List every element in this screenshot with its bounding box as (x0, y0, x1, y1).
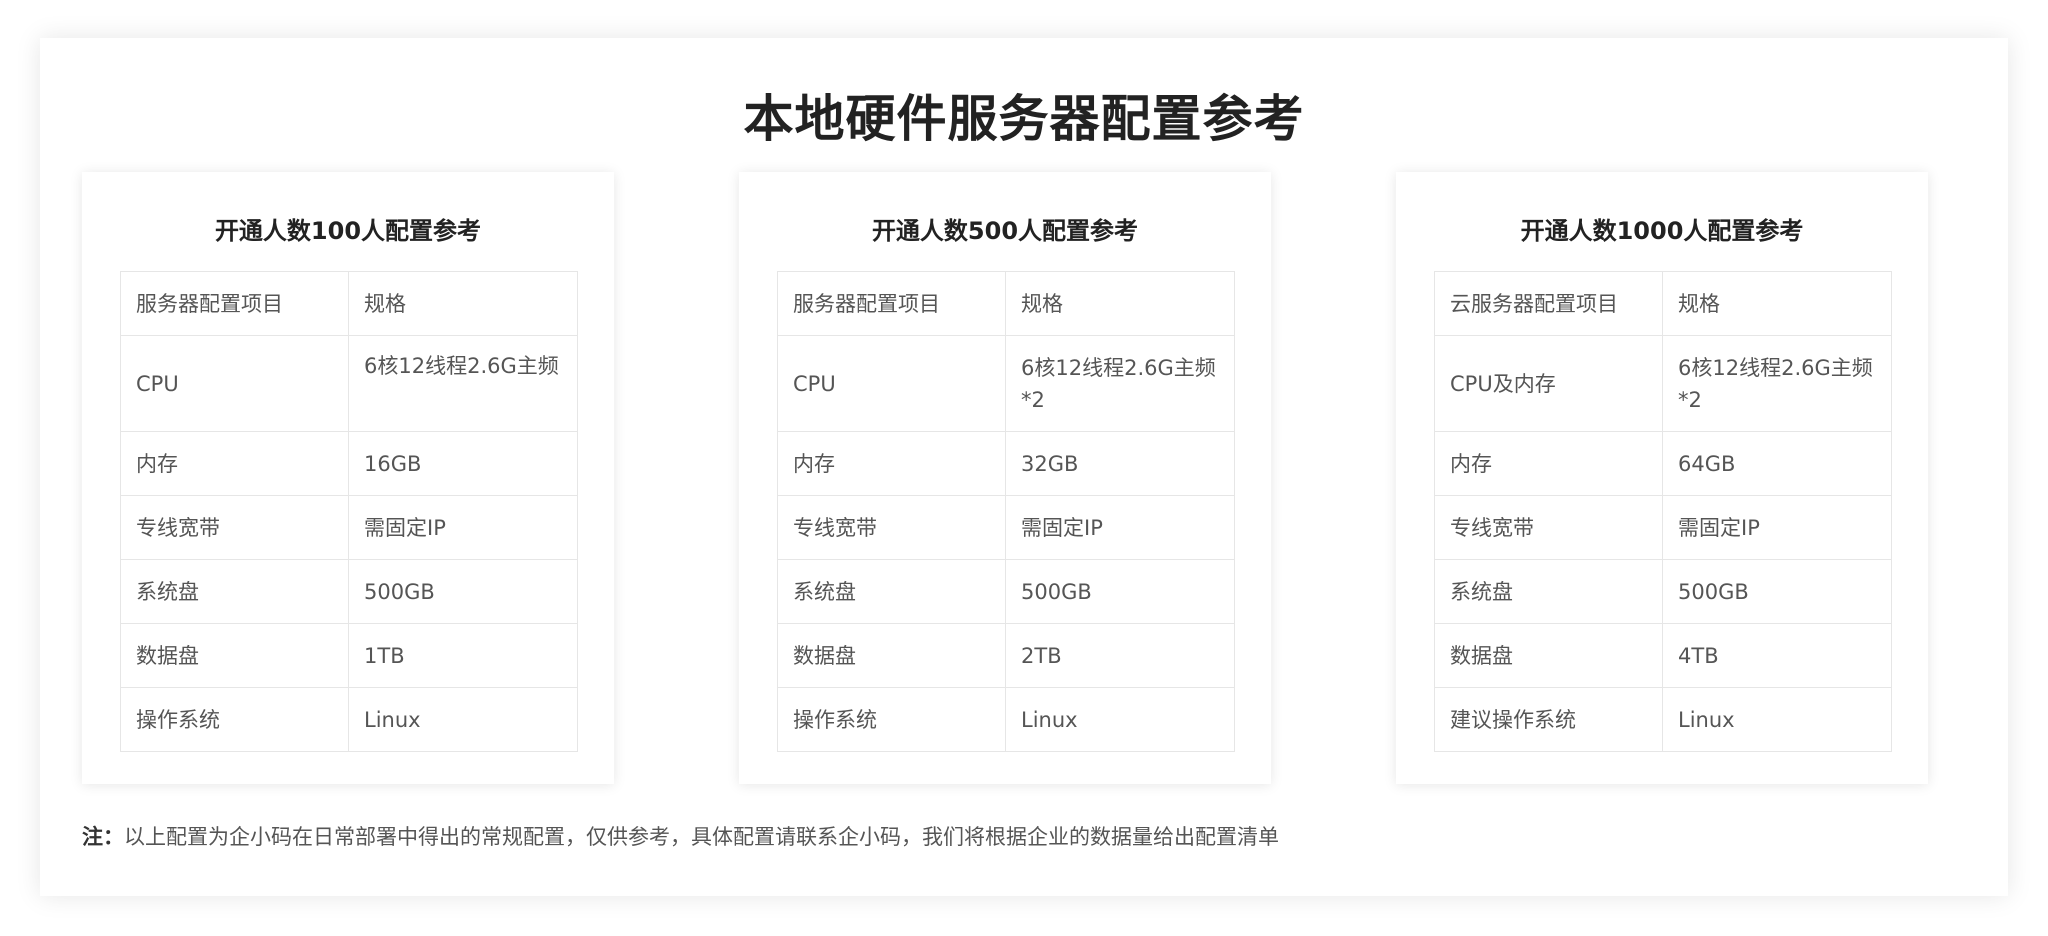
table-cell-value: Linux (1005, 687, 1235, 752)
table-cell-item: 数据盘 (1434, 623, 1663, 688)
table-row: 操作系统 Linux (120, 687, 578, 752)
table-row: 数据盘 4TB (1434, 623, 1892, 688)
table-cell-item: CPU (120, 335, 349, 432)
table-row: 专线宽带 需固定IP (120, 495, 578, 560)
card-title: 开通人数100人配置参考 (214, 217, 482, 245)
table-header-cell: 规格 (1005, 271, 1235, 336)
table-cell-value: 6核12线程2.6G主频*2 (1005, 335, 1235, 432)
table-row: CPU 6核12线程2.6G主频*2 (777, 335, 1235, 432)
spec-table: 服务器配置项目 规格 CPU 6核12线程2.6G主频*2 内存 32GB 专线… (777, 271, 1235, 752)
table-header-cell: 服务器配置项目 (120, 271, 349, 336)
table-header-cell: 云服务器配置项目 (1434, 271, 1663, 336)
table-cell-value: 500GB (1662, 559, 1892, 624)
table-cell-item: 专线宽带 (1434, 495, 1663, 560)
table-cell-value: 4TB (1662, 623, 1892, 688)
table-row: CPU及内存 6核12线程2.6G主频*2 (1434, 335, 1892, 432)
table-row: 系统盘 500GB (777, 559, 1235, 624)
card-title: 开通人数500人配置参考 (871, 217, 1139, 245)
table-cell-value: 6核12线程2.6G主频 (348, 335, 578, 432)
table-row: 内存 64GB (1434, 431, 1892, 496)
content-panel: 本地硬件服务器配置参考 开通人数100人配置参考 服务器配置项目 规格 CPU … (40, 38, 2008, 896)
config-card-1000: 开通人数1000人配置参考 云服务器配置项目 规格 CPU及内存 6核12线程2… (1396, 172, 1928, 784)
table-cell-item: 操作系统 (120, 687, 349, 752)
table-cell-item: 数据盘 (120, 623, 349, 688)
table-row: 操作系统 Linux (777, 687, 1235, 752)
table-cell-item: 操作系统 (777, 687, 1006, 752)
page-title: 本地硬件服务器配置参考 (743, 90, 1305, 148)
table-header-row: 服务器配置项目 规格 (120, 271, 578, 336)
footnote: 注：以上配置为企小码在日常部署中得出的常规配置，仅供参考，具体配置请联系企小码，… (82, 822, 1279, 852)
config-card-100: 开通人数100人配置参考 服务器配置项目 规格 CPU 6核12线程2.6G主频… (82, 172, 614, 784)
table-cell-value: 2TB (1005, 623, 1235, 688)
table-cell-value: 32GB (1005, 431, 1235, 496)
table-cell-item: 内存 (120, 431, 349, 496)
table-row: 数据盘 2TB (777, 623, 1235, 688)
table-cell-value: 500GB (348, 559, 578, 624)
table-row: 专线宽带 需固定IP (1434, 495, 1892, 560)
card-title: 开通人数1000人配置参考 (1520, 217, 1804, 245)
table-cell-item: CPU (777, 335, 1006, 432)
table-cell-value: Linux (348, 687, 578, 752)
table-cell-item: 数据盘 (777, 623, 1006, 688)
table-cell-value: 需固定IP (348, 495, 578, 560)
table-cell-value: 1TB (348, 623, 578, 688)
config-card-500: 开通人数500人配置参考 服务器配置项目 规格 CPU 6核12线程2.6G主频… (739, 172, 1271, 784)
table-cell-item: 内存 (777, 431, 1006, 496)
table-cell-value: 500GB (1005, 559, 1235, 624)
table-cell-item: 内存 (1434, 431, 1663, 496)
table-row: CPU 6核12线程2.6G主频 (120, 335, 578, 432)
table-row: 内存 32GB (777, 431, 1235, 496)
table-header-row: 服务器配置项目 规格 (777, 271, 1235, 336)
table-row: 内存 16GB (120, 431, 578, 496)
table-row: 专线宽带 需固定IP (777, 495, 1235, 560)
table-cell-item: 系统盘 (777, 559, 1006, 624)
table-cell-value: Linux (1662, 687, 1892, 752)
spec-table: 云服务器配置项目 规格 CPU及内存 6核12线程2.6G主频*2 内存 64G… (1434, 271, 1892, 752)
table-row: 系统盘 500GB (1434, 559, 1892, 624)
footnote-label: 注： (82, 825, 124, 849)
table-header-cell: 规格 (348, 271, 578, 336)
table-cell-value: 64GB (1662, 431, 1892, 496)
table-cell-item: 建议操作系统 (1434, 687, 1663, 752)
table-header-cell: 规格 (1662, 271, 1892, 336)
table-header-row: 云服务器配置项目 规格 (1434, 271, 1892, 336)
table-cell-value: 需固定IP (1005, 495, 1235, 560)
table-row: 数据盘 1TB (120, 623, 578, 688)
table-cell-item: 系统盘 (120, 559, 349, 624)
table-cell-value: 6核12线程2.6G主频*2 (1662, 335, 1892, 432)
table-header-cell: 服务器配置项目 (777, 271, 1006, 336)
table-cell-item: CPU及内存 (1434, 335, 1663, 432)
table-cell-value: 需固定IP (1662, 495, 1892, 560)
table-cell-item: 专线宽带 (120, 495, 349, 560)
table-cell-value: 16GB (348, 431, 578, 496)
footnote-text: 以上配置为企小码在日常部署中得出的常规配置，仅供参考，具体配置请联系企小码，我们… (124, 825, 1279, 849)
table-cell-item: 专线宽带 (777, 495, 1006, 560)
table-cell-item: 系统盘 (1434, 559, 1663, 624)
table-row: 系统盘 500GB (120, 559, 578, 624)
table-row: 建议操作系统 Linux (1434, 687, 1892, 752)
spec-table: 服务器配置项目 规格 CPU 6核12线程2.6G主频 内存 16GB 专线宽带… (120, 271, 578, 752)
